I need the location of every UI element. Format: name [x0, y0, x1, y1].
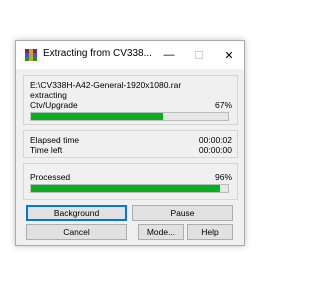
time-left-label: Time left: [30, 145, 63, 155]
time-left-row: Time left 00:00:00: [30, 145, 232, 155]
pause-button[interactable]: Pause: [132, 205, 233, 221]
title-bar[interactable]: Extracting from CV338... — ☐ ✕: [16, 41, 244, 69]
file-progress-fill: [31, 113, 163, 120]
maximize-button[interactable]: ☐: [184, 41, 214, 69]
processed-label: Processed: [30, 172, 71, 182]
cancel-button[interactable]: Cancel: [26, 224, 127, 240]
current-file-name: Ctv/Upgrade: [30, 100, 78, 110]
close-button[interactable]: ✕: [214, 41, 244, 69]
help-button[interactable]: Help: [187, 224, 233, 240]
processed-progress-bar: [30, 184, 229, 193]
file-progress-bar: [30, 112, 229, 121]
elapsed-row: Elapsed time 00:00:02: [30, 135, 232, 145]
processed-group: Processed 96%: [23, 163, 238, 200]
processed-percent: 96%: [214, 172, 232, 182]
processed-row: Processed 96%: [30, 172, 232, 182]
archive-path: E:\CV338H-A42-General-1920x1080.rar: [30, 80, 182, 90]
mode-button[interactable]: Mode...: [138, 224, 184, 240]
current-file-row: Ctv/Upgrade 67%: [30, 100, 232, 110]
elapsed-value: 00:00:02: [198, 135, 232, 145]
time-left-value: 00:00:00: [198, 145, 232, 155]
timing-group: Elapsed time 00:00:02 Time left 00:00:00: [23, 130, 238, 158]
file-progress-group: E:\CV338H-A42-General-1920x1080.rar extr…: [23, 75, 238, 125]
processed-progress-fill: [31, 185, 221, 192]
window-title: Extracting from CV338...: [43, 48, 152, 59]
elapsed-label: Elapsed time: [30, 135, 80, 145]
background-button[interactable]: Background: [26, 205, 127, 221]
extraction-dialog: Extracting from CV338... — ☐ ✕ E:\CV338H…: [15, 40, 245, 246]
minimize-button[interactable]: —: [154, 41, 184, 69]
file-percent: 67%: [214, 100, 232, 110]
winrar-archive-icon: [25, 49, 37, 61]
action-label: extracting: [30, 90, 67, 100]
